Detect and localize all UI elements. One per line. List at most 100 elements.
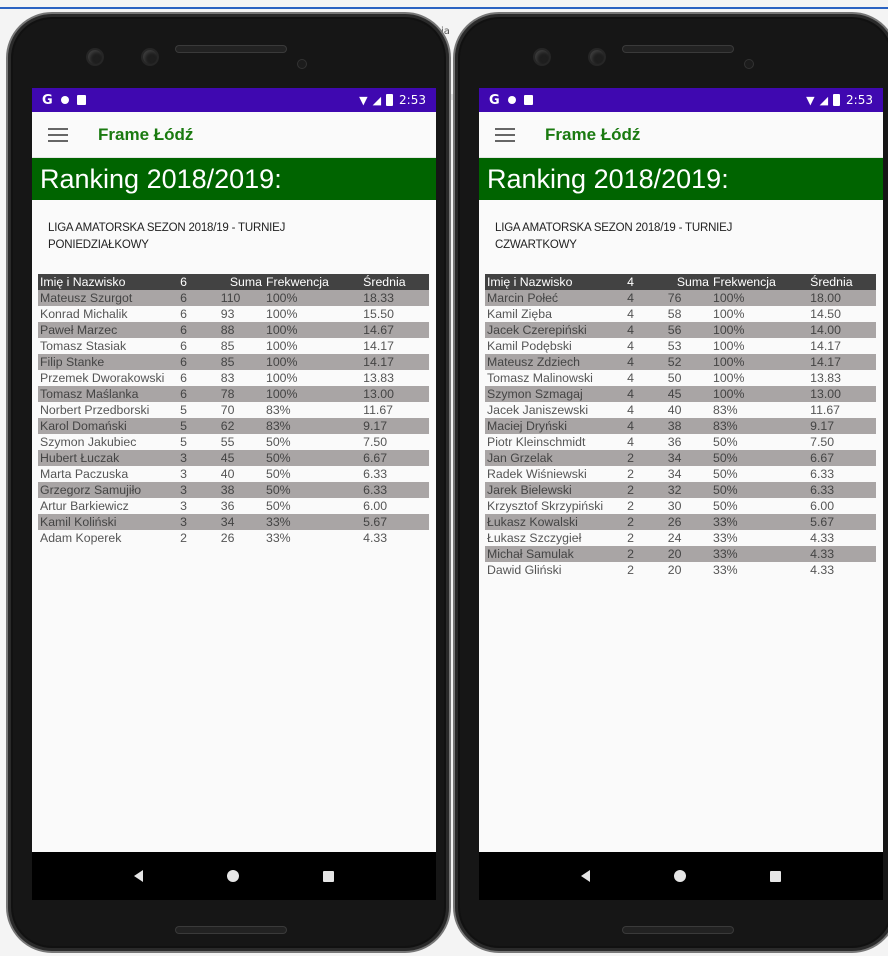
cell-name: Łukasz Kowalski xyxy=(487,515,578,529)
cell-games: 4 xyxy=(627,307,634,321)
cell-attendance: 100% xyxy=(712,355,745,369)
cell-attendance: 100% xyxy=(712,387,745,401)
cell-sum: 20 xyxy=(667,547,682,561)
header-sum: Suma xyxy=(665,274,711,290)
cell-sum: 83 xyxy=(220,371,235,385)
cell-average: 4.33 xyxy=(810,563,835,577)
table-row: Łukasz Szczygieł 2 24 33% 4.33 xyxy=(485,530,876,546)
cell-average: 15.50 xyxy=(363,307,394,321)
home-icon[interactable] xyxy=(227,870,239,882)
cell-name: Konrad Michalik xyxy=(40,307,128,321)
cell-games: 4 xyxy=(627,355,634,369)
bottom-speaker xyxy=(623,927,733,933)
status-time: 2:53 xyxy=(399,93,426,107)
cell-attendance: 100% xyxy=(265,291,298,305)
cell-games: 5 xyxy=(180,419,187,433)
recent-apps-icon[interactable] xyxy=(770,870,781,882)
phone-screen: G ▼ ◢ 2:53 Frame Łódź Ranking 2018/2019:… xyxy=(479,88,883,900)
home-icon[interactable] xyxy=(674,870,686,882)
cell-sum: 45 xyxy=(667,387,682,401)
cell-name: Jacek Czerepiński xyxy=(487,323,587,337)
hamburger-menu-icon[interactable] xyxy=(495,127,515,142)
cell-name: Tomasz Maślanka xyxy=(40,387,139,401)
cell-average: 14.17 xyxy=(810,355,841,369)
cell-average: 13.83 xyxy=(810,371,841,385)
table-row: Dawid Gliński 2 20 33% 4.33 xyxy=(485,562,876,578)
table-row: Kamil Koliński 3 34 33% 5.67 xyxy=(38,514,429,530)
cell-games: 3 xyxy=(180,483,187,497)
cell-name: Michał Samulak xyxy=(487,547,574,561)
recent-apps-icon[interactable] xyxy=(323,870,334,882)
cell-games: 3 xyxy=(180,467,187,481)
cell-games: 6 xyxy=(180,371,187,385)
cell-attendance: 33% xyxy=(712,563,738,577)
battery-icon xyxy=(386,94,394,106)
cell-average: 6.67 xyxy=(363,451,388,465)
cell-name: Jan Grzelak xyxy=(487,451,553,465)
cell-sum: 34 xyxy=(220,515,235,529)
table-header-row: Imię i Nazwisko 4 Suma Frekwencja Średni… xyxy=(485,274,876,290)
cell-name: Norbert Przedborski xyxy=(40,403,150,417)
cell-games: 2 xyxy=(627,515,634,529)
cell-games: 3 xyxy=(180,499,187,513)
cell-games: 6 xyxy=(180,291,187,305)
cell-name: Kamil Koliński xyxy=(40,515,117,529)
cell-average: 14.17 xyxy=(363,355,394,369)
cell-attendance: 100% xyxy=(265,339,298,353)
notification-dot-icon xyxy=(60,96,69,104)
cell-sum: 36 xyxy=(220,499,235,513)
table-row: Norbert Przedborski 5 70 83% 11.67 xyxy=(38,402,429,418)
header-games: 6 xyxy=(178,274,219,290)
cell-name: Szymon Szmagaj xyxy=(487,387,583,401)
cell-sum: 34 xyxy=(667,467,682,481)
cell-attendance: 50% xyxy=(265,451,291,465)
cell-sum: 85 xyxy=(220,355,235,369)
header-average: Średnia xyxy=(361,274,429,290)
table-row: Radek Wiśniewski 2 34 50% 6.33 xyxy=(485,466,876,482)
cell-attendance: 50% xyxy=(265,499,291,513)
wifi-icon: ▼ xyxy=(359,93,368,107)
proximity-sensor xyxy=(745,60,753,68)
google-g-icon: G xyxy=(489,92,500,108)
front-camera-icon xyxy=(88,50,102,64)
cell-attendance: 50% xyxy=(712,499,738,513)
cell-average: 6.33 xyxy=(810,483,835,497)
cell-name: Kamil Zięba xyxy=(487,307,552,321)
cell-name: Krzysztof Skrzypiński xyxy=(487,499,604,513)
cell-sum: 58 xyxy=(667,307,682,321)
table-row: Marta Paczuska 3 40 50% 6.33 xyxy=(38,466,429,482)
cell-sum: 32 xyxy=(667,483,682,497)
cell-name: Tomasz Malinowski xyxy=(487,371,593,385)
cell-average: 11.67 xyxy=(810,403,841,417)
table-row: Jan Grzelak 2 34 50% 6.67 xyxy=(485,450,876,466)
notification-dot-icon xyxy=(507,96,516,104)
front-camera-icon xyxy=(143,50,157,64)
cell-average: 9.17 xyxy=(363,419,388,433)
cell-average: 6.33 xyxy=(363,483,388,497)
cell-attendance: 33% xyxy=(265,515,291,529)
back-icon[interactable] xyxy=(581,870,590,882)
cell-average: 14.00 xyxy=(810,323,841,337)
cell-average: 6.00 xyxy=(810,499,835,513)
table-row: Jacek Janiszewski 4 40 83% 11.67 xyxy=(485,402,876,418)
cell-name: Jarek Bielewski xyxy=(487,483,572,497)
cell-attendance: 100% xyxy=(712,323,745,337)
header-attendance: Frekwencja xyxy=(710,274,809,290)
cell-average: 4.33 xyxy=(363,531,388,545)
hamburger-menu-icon[interactable] xyxy=(48,127,68,142)
android-nav-bar xyxy=(32,852,436,900)
cell-games: 6 xyxy=(180,307,187,321)
table-row: Jarek Bielewski 2 32 50% 6.33 xyxy=(485,482,876,498)
cell-attendance: 33% xyxy=(712,547,738,561)
cell-name: Radek Wiśniewski xyxy=(487,467,587,481)
cell-name: Piotr Kleinschmidt xyxy=(487,435,586,449)
cell-name: Jacek Janiszewski xyxy=(487,403,589,417)
bottom-speaker xyxy=(176,927,286,933)
cell-games: 2 xyxy=(627,563,634,577)
back-icon[interactable] xyxy=(134,870,143,882)
cell-average: 6.00 xyxy=(363,499,388,513)
cell-games: 2 xyxy=(627,547,634,561)
cell-attendance: 33% xyxy=(265,531,291,545)
cell-attendance: 100% xyxy=(712,339,745,353)
league-title-line: PONIEDZIAŁKOWY xyxy=(48,239,149,251)
